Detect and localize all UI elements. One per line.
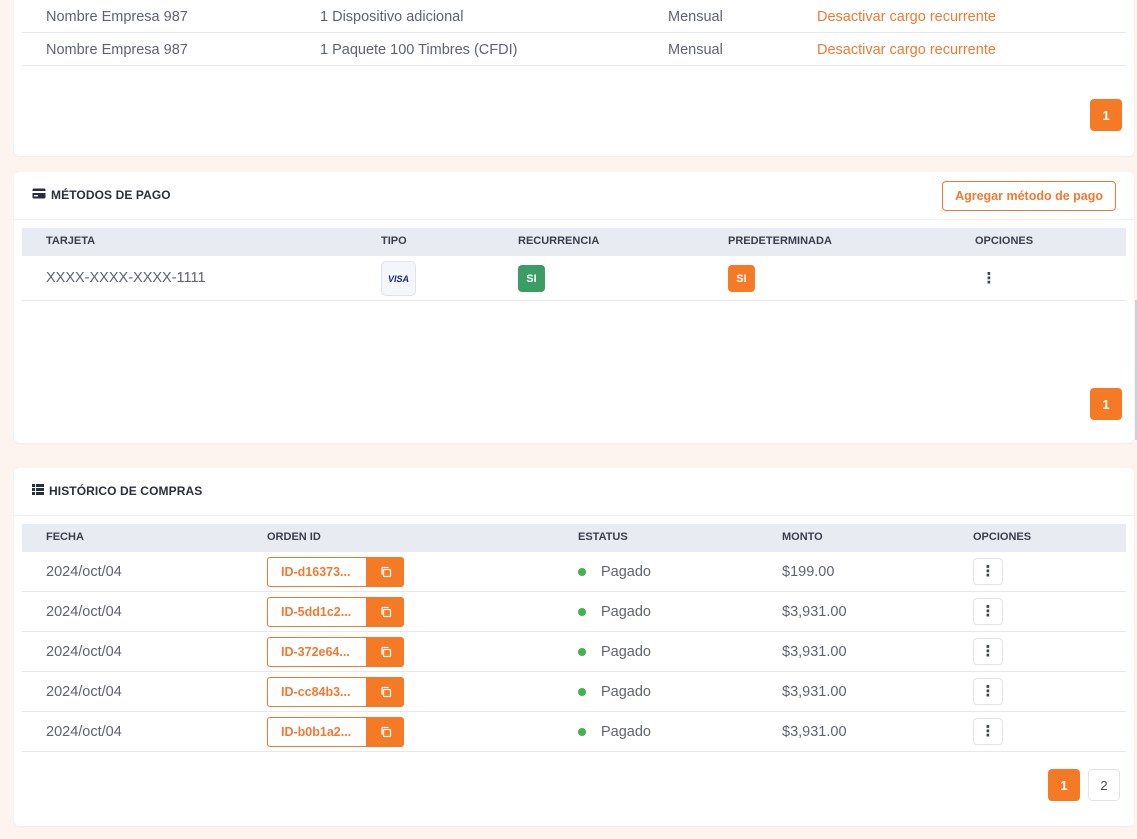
column-header-order: ORDEN ID bbox=[267, 531, 321, 543]
status-text: Pagado bbox=[601, 724, 651, 740]
copy-icon[interactable] bbox=[367, 637, 404, 667]
payment-methods-card: MÉTODOS DE PAGO Agregar método de pago T… bbox=[14, 172, 1134, 443]
status-dot-icon bbox=[578, 608, 586, 616]
copy-icon[interactable] bbox=[367, 557, 404, 587]
deactivate-recurring-link[interactable]: Desactivar cargo recurrente bbox=[817, 9, 996, 25]
table-row: 2024/oct/04 ID-5dd1c2... Pagado $3,931.00 ⋮ bbox=[22, 592, 1126, 632]
product-name: 1 Paquete 100 Timbres (CFDI) bbox=[320, 42, 518, 58]
column-header-type: TIPO bbox=[381, 235, 407, 247]
status-dot-icon bbox=[578, 648, 586, 656]
pagination-page-1[interactable]: 1 bbox=[1090, 99, 1122, 131]
status-dot-icon bbox=[578, 728, 586, 736]
table-header: FECHA ORDEN ID ESTATUS MONTO OPCIONES bbox=[22, 524, 1126, 552]
amount: $3,931.00 bbox=[782, 684, 847, 700]
amount: $3,931.00 bbox=[782, 644, 847, 660]
column-header-status: ESTATUS bbox=[578, 531, 628, 543]
period: Mensual bbox=[668, 9, 723, 25]
column-header-options: OPCIONES bbox=[975, 235, 1034, 247]
kebab-menu-icon[interactable]: ⋮ bbox=[979, 267, 999, 289]
status-dot-icon bbox=[578, 688, 586, 696]
credit-card-icon bbox=[32, 188, 46, 202]
table-header: TARJETA TIPO RECURRENCIA PREDETERMINADA … bbox=[22, 228, 1126, 256]
card-header: HISTÓRICO DE COMPRAS bbox=[14, 468, 1134, 516]
card-title: MÉTODOS DE PAGO bbox=[32, 188, 171, 202]
product-name: 1 Dispositivo adicional bbox=[320, 9, 464, 25]
order-id-group: ID-5dd1c2... bbox=[267, 597, 404, 627]
amount: $3,931.00 bbox=[782, 724, 847, 740]
purchase-date: 2024/oct/04 bbox=[46, 644, 122, 660]
company-name: Nombre Empresa 987 bbox=[46, 42, 188, 58]
amount: $199.00 bbox=[782, 564, 835, 580]
status-text: Pagado bbox=[601, 684, 651, 700]
table-row: Nombre Empresa 987 1 Paquete 100 Timbres… bbox=[22, 33, 1126, 66]
card-title: HISTÓRICO DE COMPRAS bbox=[32, 484, 202, 498]
status-text: Pagado bbox=[601, 564, 651, 580]
purchase-date: 2024/oct/04 bbox=[46, 684, 122, 700]
table-row: XXXX-XXXX-XXXX-1111 VISA SI SI ⋮ bbox=[22, 256, 1126, 301]
status-text: Pagado bbox=[601, 604, 651, 620]
purchase-date: 2024/oct/04 bbox=[46, 604, 122, 620]
kebab-menu-icon[interactable]: ⋮ bbox=[973, 718, 1003, 745]
kebab-menu-icon[interactable]: ⋮ bbox=[973, 638, 1003, 665]
order-id-group: ID-b0b1a2... bbox=[267, 717, 404, 747]
company-name: Nombre Empresa 987 bbox=[46, 9, 188, 25]
column-header-date: FECHA bbox=[46, 531, 84, 543]
purchase-history-card: HISTÓRICO DE COMPRAS FECHA ORDEN ID ESTA… bbox=[14, 468, 1134, 826]
recurrence-badge: SI bbox=[518, 265, 545, 292]
status-text: Pagado bbox=[601, 644, 651, 660]
column-header-options: OPCIONES bbox=[973, 531, 1032, 543]
column-header-card: TARJETA bbox=[46, 235, 96, 247]
purchase-date: 2024/oct/04 bbox=[46, 724, 122, 740]
order-id[interactable]: ID-5dd1c2... bbox=[267, 597, 367, 627]
table-row: 2024/oct/04 ID-d16373... Pagado $199.00 ⋮ bbox=[22, 552, 1126, 592]
pagination-page-1[interactable]: 1 bbox=[1048, 769, 1080, 801]
copy-icon[interactable] bbox=[367, 597, 404, 627]
deactivate-recurring-link[interactable]: Desactivar cargo recurrente bbox=[817, 42, 996, 58]
pagination-page-2[interactable]: 2 bbox=[1088, 769, 1120, 801]
payment-methods-title: MÉTODOS DE PAGO bbox=[51, 188, 171, 202]
order-id-group: ID-d16373... bbox=[267, 557, 404, 587]
order-id-group: ID-cc84b3... bbox=[267, 677, 404, 707]
recurring-charges-card: Nombre Empresa 987 1 Dispositivo adicion… bbox=[14, 0, 1134, 156]
table-row: Nombre Empresa 987 1 Dispositivo adicion… bbox=[22, 0, 1126, 33]
period: Mensual bbox=[668, 42, 723, 58]
order-id[interactable]: ID-b0b1a2... bbox=[267, 717, 367, 747]
column-header-recurrence: RECURRENCIA bbox=[518, 235, 600, 247]
visa-icon: VISA bbox=[381, 261, 416, 296]
order-id[interactable]: ID-d16373... bbox=[267, 557, 367, 587]
card-number: XXXX-XXXX-XXXX-1111 bbox=[46, 270, 206, 286]
default-badge: SI bbox=[728, 265, 755, 292]
kebab-menu-icon[interactable]: ⋮ bbox=[973, 558, 1003, 585]
table-row: 2024/oct/04 ID-b0b1a2... Pagado $3,931.00 ⋮ bbox=[22, 712, 1126, 752]
amount: $3,931.00 bbox=[782, 604, 847, 620]
add-payment-method-button[interactable]: Agregar método de pago bbox=[942, 181, 1116, 211]
history-title: HISTÓRICO DE COMPRAS bbox=[49, 484, 203, 498]
table-row: 2024/oct/04 ID-372e64... Pagado $3,931.00 ⋮ bbox=[22, 632, 1126, 672]
table-row: 2024/oct/04 ID-cc84b3... Pagado $3,931.00 ⋮ bbox=[22, 672, 1126, 712]
pagination-page-1[interactable]: 1 bbox=[1090, 388, 1122, 420]
order-id[interactable]: ID-372e64... bbox=[267, 637, 367, 667]
kebab-menu-icon[interactable]: ⋮ bbox=[973, 678, 1003, 705]
purchase-date: 2024/oct/04 bbox=[46, 564, 122, 580]
copy-icon[interactable] bbox=[367, 717, 404, 747]
card-header: MÉTODOS DE PAGO Agregar método de pago bbox=[14, 172, 1134, 220]
copy-icon[interactable] bbox=[367, 677, 404, 707]
column-header-amount: MONTO bbox=[782, 531, 823, 543]
kebab-menu-icon[interactable]: ⋮ bbox=[973, 598, 1003, 625]
column-header-default: PREDETERMINADA bbox=[728, 235, 832, 247]
list-icon bbox=[32, 484, 44, 498]
order-id[interactable]: ID-cc84b3... bbox=[267, 677, 367, 707]
order-id-group: ID-372e64... bbox=[267, 637, 404, 667]
status-dot-icon bbox=[578, 568, 586, 576]
